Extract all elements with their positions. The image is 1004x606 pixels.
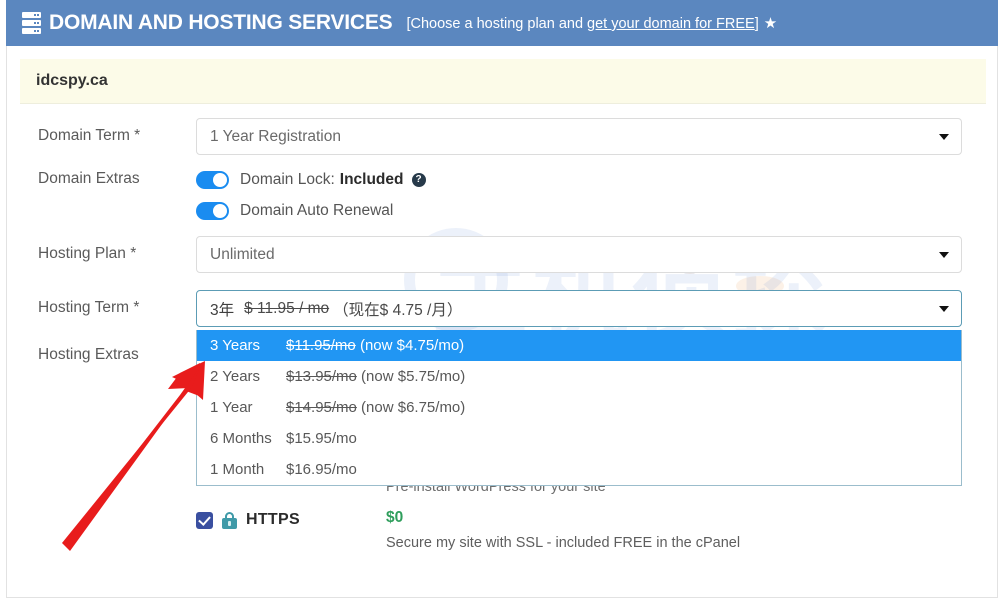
chevron-down-icon xyxy=(939,134,949,140)
header-subtitle-post: ] xyxy=(755,16,759,32)
lock-icon xyxy=(222,512,237,529)
header-subtitle: [Choose a hosting plan and get your doma… xyxy=(406,14,777,32)
dropdown-option-old-price: $11.95/mo xyxy=(286,337,356,354)
question-circle-icon[interactable]: ? xyxy=(412,173,426,187)
dropdown-option-3-years[interactable]: 3 Years $11.95/mo (now $4.75/mo) xyxy=(197,330,961,361)
label-hosting-extras: Hosting Extras xyxy=(38,346,139,364)
dropdown-option-1-month[interactable]: 1 Month $16.95/mo xyxy=(197,454,961,485)
dropdown-option-new-price: (now $5.75/mo) xyxy=(357,368,465,385)
label-hosting-plan: Hosting Plan * xyxy=(38,245,136,263)
dropdown-option-6-months[interactable]: 6 Months $15.95/mo xyxy=(197,423,961,454)
dropdown-option-term: 2 Years xyxy=(210,368,286,385)
page-title: DOMAIN AND HOSTING SERVICES xyxy=(49,11,392,35)
hosting-term-select[interactable]: 3年 $ 11.95 / mo （现在$ 4.75 /月） xyxy=(196,290,962,327)
https-description: Secure my site with SSL - included FREE … xyxy=(386,535,740,551)
chevron-down-icon xyxy=(939,306,949,312)
domain-lock-toggle-row[interactable]: Domain Lock: Included? xyxy=(196,171,426,189)
dropdown-option-term: 3 Years xyxy=(210,337,286,354)
domain-lock-included-badge: Included xyxy=(340,171,404,188)
page-header: DOMAIN AND HOSTING SERVICES [Choose a ho… xyxy=(6,0,998,46)
dropdown-option-old-price: $14.95/mo xyxy=(286,399,357,416)
dropdown-option-new-price: (now $6.75/mo) xyxy=(357,399,465,416)
dropdown-option-1-year[interactable]: 1 Year $14.95/mo (now $6.75/mo) xyxy=(197,392,961,423)
chevron-down-icon xyxy=(939,252,949,258)
domain-lock-toggle[interactable] xyxy=(196,171,229,189)
hosting-term-value-new-price: （现在$ 4.75 /月） xyxy=(333,298,462,320)
https-price: $0 xyxy=(386,509,403,527)
https-option-row[interactable]: HTTPS xyxy=(196,511,300,529)
dropdown-option-price: $14.95/mo (now $6.75/mo) xyxy=(286,399,465,416)
dropdown-option-new-price: $15.95/mo xyxy=(286,430,357,447)
domain-lock-label-text: Domain Lock: xyxy=(240,171,335,188)
dropdown-option-new-price: $16.95/mo xyxy=(286,461,357,478)
https-checkbox[interactable] xyxy=(196,512,213,529)
label-domain-term: Domain Term * xyxy=(38,127,140,145)
hosting-plan-select[interactable]: Unlimited xyxy=(196,236,962,273)
hosting-plan-value: Unlimited xyxy=(210,246,275,264)
free-domain-link[interactable]: get your domain for FREE xyxy=(587,16,755,32)
dropdown-option-old-price: $13.95/mo xyxy=(286,368,357,385)
domain-auto-renewal-toggle-row[interactable]: Domain Auto Renewal xyxy=(196,202,393,220)
dropdown-option-price: $11.95/mo (now $4.75/mo) xyxy=(286,337,464,354)
header-subtitle-pre: [Choose a hosting plan and xyxy=(406,16,587,32)
domain-term-select[interactable]: 1 Year Registration xyxy=(196,118,962,155)
hosting-term-value-term: 3年 xyxy=(210,298,234,320)
domain-lock-label: Domain Lock: Included? xyxy=(240,171,426,189)
page-root: 主机侦探 服务跨境电商 助力中企出海 DOMAIN AND HOSTING SE… xyxy=(0,0,1004,606)
dropdown-option-term: 6 Months xyxy=(210,430,286,447)
label-hosting-term: Hosting Term * xyxy=(38,299,139,317)
dropdown-option-new-price: (now $4.75/mo) xyxy=(356,337,464,354)
dropdown-option-price: $15.95/mo xyxy=(286,430,357,447)
domain-auto-renewal-toggle[interactable] xyxy=(196,202,229,220)
hosting-term-value-old-price: $ 11.95 / mo xyxy=(244,300,329,318)
domain-auto-renewal-label: Domain Auto Renewal xyxy=(240,202,393,220)
dropdown-option-price: $16.95/mo xyxy=(286,461,357,478)
dropdown-option-term: 1 Year xyxy=(210,399,286,416)
domain-name-label: idcspy.ca xyxy=(36,72,108,90)
domain-name-bar: idcspy.ca xyxy=(20,59,986,104)
server-stack-icon xyxy=(22,12,41,34)
dropdown-option-price: $13.95/mo (now $5.75/mo) xyxy=(286,368,465,385)
domain-term-value: 1 Year Registration xyxy=(210,128,341,146)
https-label: HTTPS xyxy=(246,511,300,529)
hosting-term-dropdown-list[interactable]: 3 Years $11.95/mo (now $4.75/mo) 2 Years… xyxy=(196,330,962,486)
dropdown-option-2-years[interactable]: 2 Years $13.95/mo (now $5.75/mo) xyxy=(197,361,961,392)
star-icon: ★ xyxy=(764,15,777,32)
dropdown-option-term: 1 Month xyxy=(210,461,286,478)
label-domain-extras: Domain Extras xyxy=(38,170,140,188)
